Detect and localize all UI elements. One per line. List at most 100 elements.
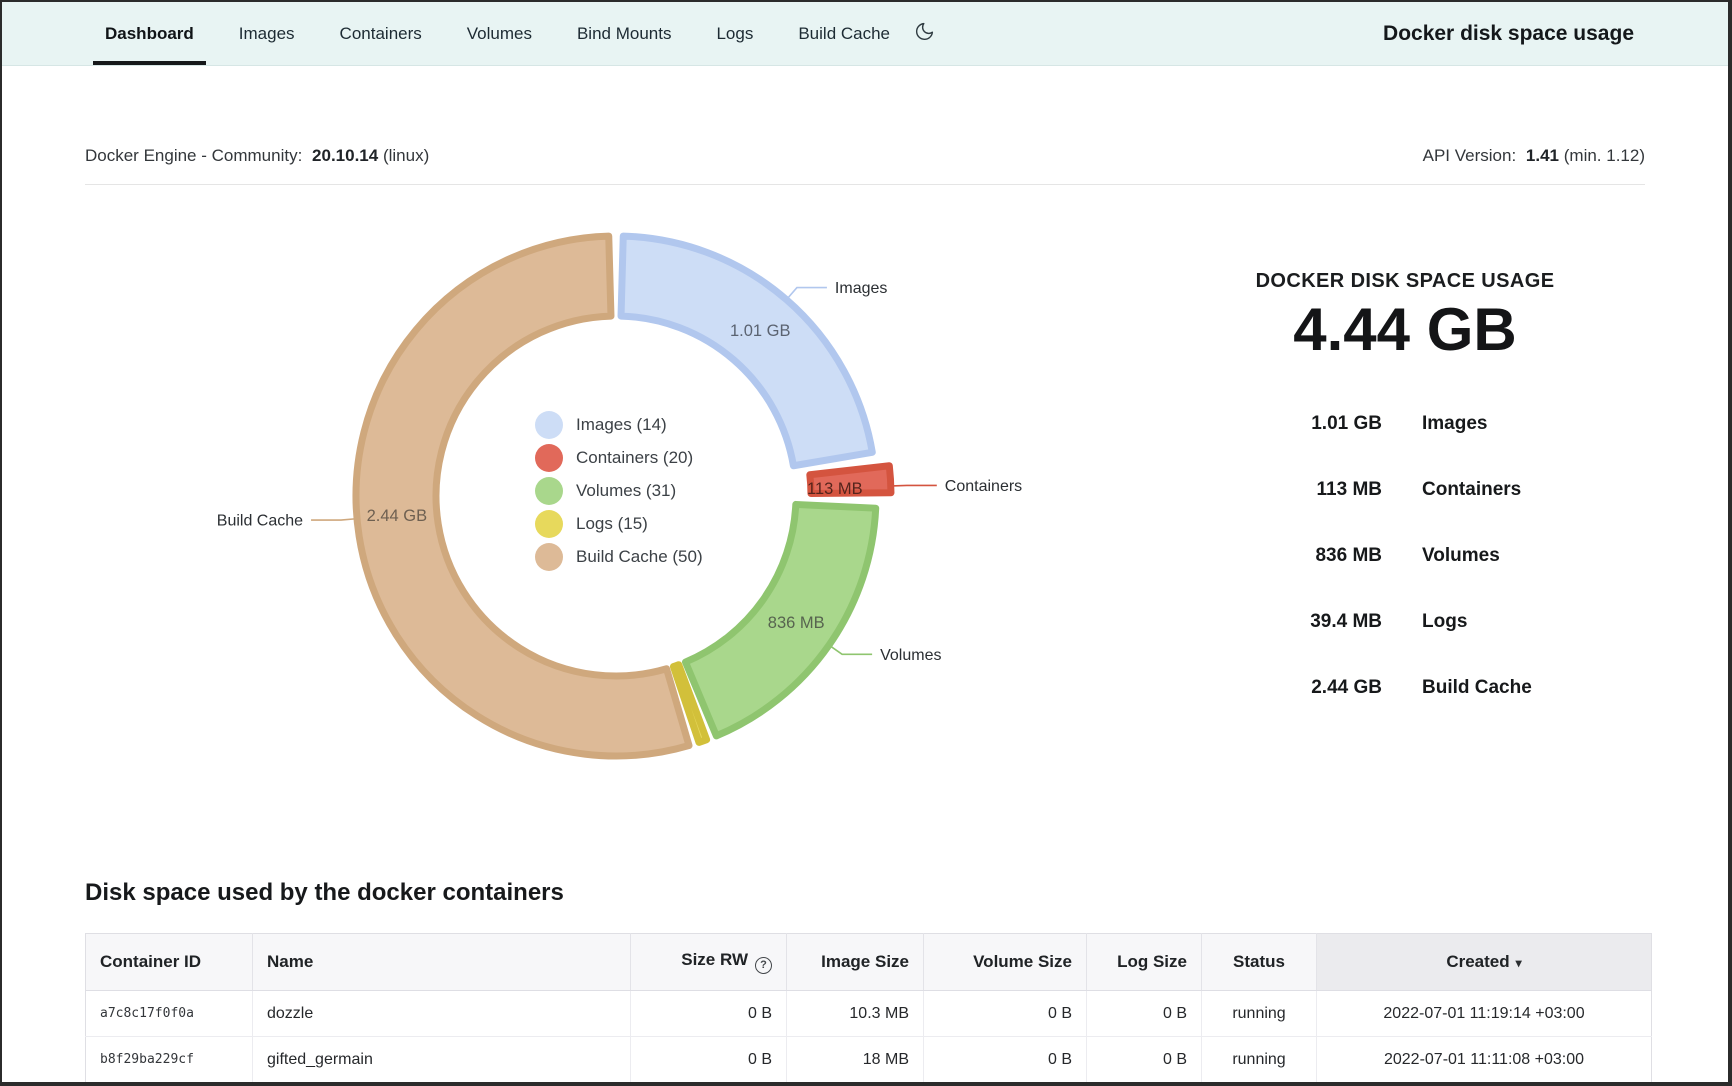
cell-status-row2: running — [1202, 1037, 1317, 1083]
cell-log-size-row1: 0 B — [1087, 991, 1202, 1037]
nav-tab-dashboard[interactable]: Dashboard — [93, 2, 206, 65]
api-label: API Version: — [1423, 146, 1517, 165]
chart-name-label-images: Images — [835, 280, 887, 297]
help-icon[interactable]: ? — [755, 957, 772, 974]
api-version-info: API Version: 1.41 (min. 1.12) — [1423, 146, 1645, 166]
chart-name-label-containers: Containers — [945, 478, 1022, 495]
legend-item-images[interactable]: Images (14) — [535, 411, 703, 439]
containers-section-heading: Disk space used by the docker containers — [85, 879, 1645, 907]
cell-name-row2: gifted_germain — [253, 1037, 631, 1083]
cell-name-row1: dozzle — [253, 991, 631, 1037]
summary-size-images: 1.01 GB — [1165, 391, 1382, 457]
engine-info: Docker Engine - Community: 20.10.14 (lin… — [85, 146, 429, 166]
divider — [85, 184, 1645, 185]
dashboard-chart-row: 1.01 GB Images 113 MB Containers 836 MB Volum… — [85, 195, 1645, 780]
moon-icon — [914, 21, 935, 47]
nav-tab-containers[interactable]: Containers — [328, 2, 434, 65]
column-header-container-id[interactable]: Container ID — [86, 934, 253, 991]
chart-legend: Images (14) Containers (20) Volumes (31) Lo… — [535, 411, 703, 571]
total-disk-usage: 4.44 GB — [1165, 297, 1645, 363]
legend-label-images: Images (14) — [576, 415, 667, 435]
summary-panel: DOCKER DISK SPACE USAGE 4.44 GB 1.01 GB I… — [1165, 270, 1665, 721]
chart-label-line-build-cache — [311, 519, 356, 520]
summary-size-volumes: 836 MB — [1165, 523, 1382, 589]
dark-mode-toggle[interactable] — [914, 21, 935, 47]
nav-tabs: Dashboard Images Containers Volumes Bind Mou… — [93, 2, 902, 65]
column-label-name: Name — [267, 952, 313, 971]
column-header-status[interactable]: Status — [1202, 934, 1317, 991]
chart-label-line-images — [787, 288, 827, 299]
cell-status-row1: running — [1202, 991, 1317, 1037]
sort-desc-icon: ▾ — [1516, 956, 1522, 970]
legend-label-volumes: Volumes (31) — [576, 481, 676, 501]
column-label-container-id: Container ID — [100, 952, 201, 971]
summary-size-containers: 113 MB — [1165, 457, 1382, 523]
cell-image-size-row2: 18 MB — [787, 1037, 924, 1083]
engine-platform: (linux) — [383, 146, 429, 165]
engine-version: 20.10.14 — [312, 146, 378, 165]
nav-tab-bind-mounts[interactable]: Bind Mounts — [565, 2, 684, 65]
container-row-dozzle: a7c8c17f0f0adozzle0 B10.3 MB0 B0 Brunnin… — [86, 991, 1652, 1037]
column-label-created: Created — [1446, 952, 1509, 971]
legend-dot-containers — [535, 444, 563, 472]
legend-dot-build-cache — [535, 543, 563, 571]
cell-created-row2: 2022-07-01 11:11:08 +03:00 — [1317, 1037, 1652, 1083]
legend-item-containers[interactable]: Containers (20) — [535, 444, 703, 472]
chart-size-label-volumes: 836 MB — [768, 614, 825, 632]
summary-label-build-cache: Build Cache — [1422, 655, 1665, 721]
column-header-log-size[interactable]: Log Size — [1087, 934, 1202, 991]
summary-label-logs: Logs — [1422, 589, 1665, 655]
summary-size-logs: 39.4 MB — [1165, 589, 1382, 655]
engine-label: Docker Engine - Community: — [85, 146, 302, 165]
summary-label-images: Images — [1422, 391, 1665, 457]
cell-created-row1: 2022-07-01 11:19:14 +03:00 — [1317, 991, 1652, 1037]
column-label-volume-size: Volume Size — [973, 952, 1072, 971]
top-nav: Dashboard Images Containers Volumes Bind Mou… — [2, 2, 1728, 66]
cell-container-id-row2: b8f29ba229cf — [86, 1037, 253, 1083]
legend-label-build-cache: Build Cache (50) — [576, 547, 703, 567]
legend-item-build-cache[interactable]: Build Cache (50) — [535, 543, 703, 571]
container-row-gifted_germain: b8f29ba229cfgifted_germain0 B18 MB0 B0 B… — [86, 1037, 1652, 1083]
legend-item-volumes[interactable]: Volumes (31) — [535, 477, 703, 505]
chart-label-line-containers — [892, 485, 937, 486]
column-header-image-size[interactable]: Image Size — [787, 934, 924, 991]
chart-size-label-build-cache: 2.44 GB — [367, 507, 428, 525]
api-version: 1.41 — [1526, 146, 1559, 165]
summary-heading: DOCKER DISK SPACE USAGE — [1165, 270, 1645, 293]
nav-tab-build-cache[interactable]: Build Cache — [786, 2, 902, 65]
column-header-created[interactable]: Created ▾ — [1317, 934, 1652, 991]
cell-volume-size-row2: 0 B — [924, 1037, 1087, 1083]
legend-item-logs[interactable]: Logs (15) — [535, 510, 703, 538]
containers-table: Container ID Name Size RW?Image Size Volume… — [85, 933, 1652, 1083]
legend-label-containers: Containers (20) — [576, 448, 693, 468]
cell-container-id-row1: a7c8c17f0f0a — [86, 991, 253, 1037]
nav-tab-volumes[interactable]: Volumes — [455, 2, 544, 65]
cell-volume-size-row1: 0 B — [924, 991, 1087, 1037]
legend-dot-volumes — [535, 477, 563, 505]
column-label-log-size: Log Size — [1117, 952, 1187, 971]
cell-image-size-row1: 10.3 MB — [787, 991, 924, 1037]
table-header-row: Container ID Name Size RW?Image Size Volume… — [86, 934, 1652, 991]
nav-tab-logs[interactable]: Logs — [704, 2, 765, 65]
app-title: Docker disk space usage — [1383, 22, 1634, 46]
chart-name-label-volumes: Volumes — [880, 647, 941, 664]
cell-size-rw-row1: 0 B — [631, 991, 787, 1037]
column-header-volume-size[interactable]: Volume Size — [924, 934, 1087, 991]
column-header-name[interactable]: Name — [253, 934, 631, 991]
chart-label-line-volumes — [830, 646, 872, 655]
summary-size-build-cache: 2.44 GB — [1165, 655, 1382, 721]
legend-label-logs: Logs (15) — [576, 514, 648, 534]
summary-breakdown: 1.01 GBImages113 MBContainers836 MBVolum… — [1165, 391, 1665, 721]
column-header-size-rw[interactable]: Size RW? — [631, 934, 787, 991]
nav-tab-images[interactable]: Images — [227, 2, 307, 65]
legend-dot-images — [535, 411, 563, 439]
app-window: Dashboard Images Containers Volumes Bind Mou… — [0, 0, 1732, 1086]
legend-dot-logs — [535, 510, 563, 538]
column-label-status: Status — [1233, 952, 1285, 971]
cell-size-rw-row2: 0 B — [631, 1037, 787, 1083]
chart-name-label-build-cache: Build Cache — [217, 513, 303, 530]
cell-log-size-row2: 0 B — [1087, 1037, 1202, 1083]
chart-size-label-containers: 113 MB — [807, 480, 863, 498]
summary-label-volumes: Volumes — [1422, 523, 1665, 589]
api-min-version: (min. 1.12) — [1564, 146, 1645, 165]
